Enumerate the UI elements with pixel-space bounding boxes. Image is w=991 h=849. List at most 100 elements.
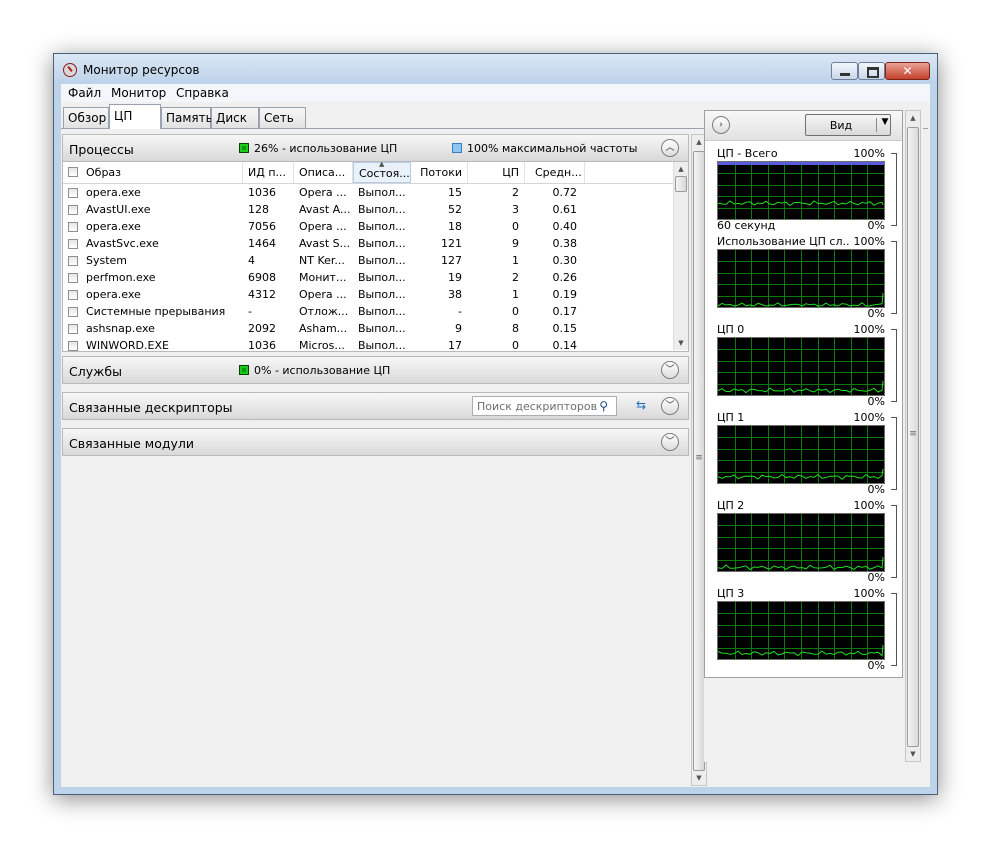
collapse-up-icon[interactable]: ︿: [661, 139, 679, 157]
column-cpu[interactable]: ЦП: [468, 162, 525, 183]
row-checkbox[interactable]: [68, 188, 78, 198]
modules-header[interactable]: Связанные модули ﹀: [62, 428, 689, 456]
cell-pid: 1036: [248, 186, 276, 199]
expand-down-icon[interactable]: ﹀: [661, 433, 679, 451]
title-bar[interactable]: Монитор ресурсов: [54, 54, 937, 84]
tab-disk[interactable]: Диск: [211, 107, 259, 128]
scroll-down-icon[interactable]: ▼: [692, 771, 706, 785]
row-checkbox[interactable]: [68, 307, 78, 317]
view-button[interactable]: Вид ▼: [805, 114, 891, 136]
cell-image: AvastUI.exe: [86, 203, 151, 216]
handles-search-placeholder: Поиск дескрипторов: [477, 400, 598, 413]
minimize-button[interactable]: [831, 62, 858, 80]
cpu-usage-line: [718, 644, 884, 657]
graph-title: ЦП - Всего: [717, 147, 778, 160]
scroll-down-icon[interactable]: ▼: [906, 747, 920, 761]
select-all-checkbox[interactable]: [68, 167, 78, 177]
tab-memory[interactable]: Память: [161, 107, 213, 128]
processes-max-freq: 100% максимальной частоты: [452, 142, 637, 155]
graph-max-label: 100%: [853, 323, 885, 336]
cell-description: Asham...: [299, 322, 348, 335]
tab-cpu[interactable]: ЦП: [109, 104, 161, 129]
tab-network[interactable]: Сеть: [259, 107, 306, 128]
menu-monitor[interactable]: Монитор: [111, 86, 166, 100]
table-row[interactable]: ashsnap.exe 2092 Asham... Выпол... 9 8 0.15: [63, 320, 675, 337]
cell-threads: -: [458, 305, 462, 318]
cell-pid: 1464: [248, 237, 276, 250]
row-checkbox[interactable]: [68, 205, 78, 215]
column-status[interactable]: ▲ Состоя...: [353, 162, 411, 183]
row-checkbox[interactable]: [68, 290, 78, 300]
scroll-thumb[interactable]: [675, 176, 687, 192]
table-row[interactable]: AvastUI.exe 128 Avast A... Выпол... 52 3 0.61: [63, 201, 675, 218]
cell-cpu: 9: [512, 237, 519, 250]
close-button[interactable]: [885, 62, 930, 80]
column-threads[interactable]: Потоки: [411, 162, 468, 183]
row-checkbox[interactable]: [68, 239, 78, 249]
graph-scale-bracket: [890, 417, 897, 490]
table-row[interactable]: opera.exe 4312 Opera ... Выпол... 38 1 0.19: [63, 286, 675, 303]
expand-down-icon[interactable]: ﹀: [661, 397, 679, 415]
graph-canvas: [718, 338, 884, 395]
expand-down-icon[interactable]: ﹀: [661, 361, 679, 379]
table-row[interactable]: AvastSvc.exe 1464 Avast S... Выпол... 121 9 0.…: [63, 235, 675, 252]
handles-header[interactable]: Связанные дескрипторы Поиск дескрипторов…: [62, 392, 689, 420]
column-description[interactable]: Описа...: [294, 162, 353, 183]
refresh-icon[interactable]: ⇆: [633, 398, 649, 414]
table-row[interactable]: opera.exe 1036 Opera ... Выпол... 15 2 0.72: [63, 184, 675, 201]
scroll-up-icon[interactable]: ▲: [906, 111, 920, 125]
max-freq-swatch: [452, 143, 462, 153]
cell-average: 0.15: [552, 322, 578, 335]
cell-pid: 4: [248, 254, 255, 267]
cell-average: 0.72: [552, 186, 578, 199]
scroll-up-icon[interactable]: ▲: [674, 162, 688, 176]
view-button-label: Вид: [829, 119, 853, 132]
maximize-button[interactable]: [858, 62, 885, 80]
cell-pid: 4312: [248, 288, 276, 301]
cpu-usage-line: [718, 380, 884, 394]
menu-file[interactable]: Файл: [68, 86, 101, 100]
row-checkbox[interactable]: [68, 256, 78, 266]
cell-cpu: 8: [512, 322, 519, 335]
table-row[interactable]: opera.exe 7056 Opera ... Выпол... 18 0 0.40: [63, 218, 675, 235]
processes-table: Образ ИД п... Описа... ▲ Состоя... Поток…: [62, 162, 689, 352]
search-icon[interactable]: ⚲: [599, 399, 608, 413]
cpu-usage-line: [718, 556, 884, 571]
table-row[interactable]: System 4 NT Ker... Выпол... 127 1 0.30: [63, 252, 675, 269]
table-row[interactable]: perfmon.exe 6908 Монит... Выпол... 19 2 0.26: [63, 269, 675, 286]
cell-description: Opera ...: [299, 186, 347, 199]
column-average[interactable]: Средн...: [525, 162, 585, 183]
graph-title: Использование ЦП сл...: [717, 235, 849, 248]
dropdown-arrow-icon[interactable]: ▼: [878, 117, 892, 127]
tab-overview[interactable]: Обзор: [63, 107, 109, 128]
services-cpu-usage: 0% - использование ЦП: [239, 364, 390, 377]
row-checkbox[interactable]: [68, 324, 78, 334]
processes-title: Процессы: [69, 142, 134, 157]
handles-search-input[interactable]: Поиск дескрипторов ⚲: [472, 396, 617, 416]
cell-cpu: 0: [512, 220, 519, 233]
menu-help[interactable]: Справка: [176, 86, 229, 100]
column-image[interactable]: Образ: [63, 162, 243, 183]
cell-threads: 15: [448, 186, 462, 199]
graph-pane-scrollbar[interactable]: ▲ ≡ ▼: [905, 110, 921, 762]
cell-status: Выпол...: [358, 305, 406, 318]
processes-scrollbar[interactable]: ▲ ▼: [673, 162, 688, 350]
table-row[interactable]: WINWORD.EXE 1036 Micros... Выпол... 17 0 0.14: [63, 337, 675, 351]
graph-title: ЦП 1: [717, 411, 745, 424]
table-row[interactable]: Системные прерывания - Отлож... Выпол... - 0 0…: [63, 303, 675, 320]
row-checkbox[interactable]: [68, 273, 78, 283]
graph-max-label: 100%: [853, 147, 885, 160]
cell-pid: -: [248, 305, 252, 318]
processes-header[interactable]: Процессы 26% - использование ЦП 100% мак…: [62, 134, 689, 162]
scroll-down-icon[interactable]: ▼: [674, 336, 688, 350]
chevron-right-icon[interactable]: ›: [712, 116, 730, 134]
handles-title: Связанные дескрипторы: [69, 400, 233, 415]
cell-average: 0.19: [552, 288, 578, 301]
graph-cpu3: ЦП 3 100% 0%: [717, 587, 897, 672]
cell-image: Системные прерывания: [86, 305, 226, 318]
cell-image: System: [86, 254, 128, 267]
services-header[interactable]: Службы 0% - использование ЦП ﹀: [62, 356, 689, 384]
column-pid[interactable]: ИД п...: [243, 162, 294, 183]
row-checkbox[interactable]: [68, 341, 78, 351]
row-checkbox[interactable]: [68, 222, 78, 232]
